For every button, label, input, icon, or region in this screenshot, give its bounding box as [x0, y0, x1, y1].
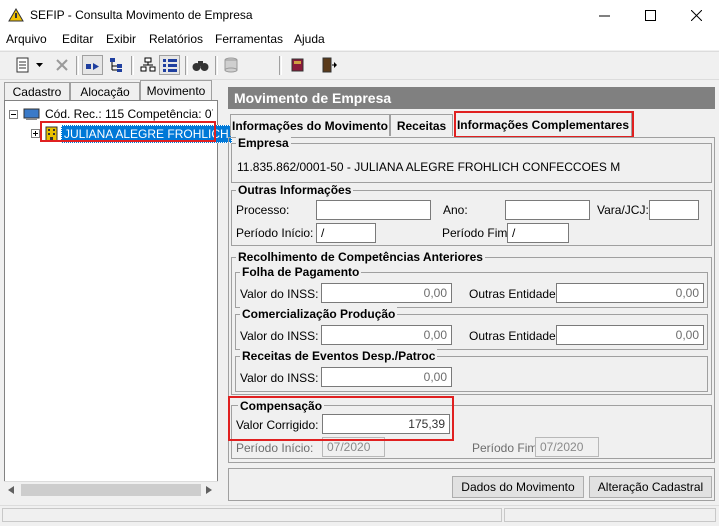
toolbar-separator — [185, 56, 188, 75]
toolbar-separator — [131, 56, 134, 75]
tree-expand-toggle[interactable] — [31, 129, 40, 138]
toolbar — [0, 51, 719, 80]
tab-alocacao[interactable]: Alocação — [70, 82, 140, 100]
compensacao-inicio-label: Período Início: — [236, 441, 314, 455]
status-panel-secondary — [504, 508, 716, 522]
maximize-button[interactable] — [627, 0, 673, 30]
tab-informacoes-movimento[interactable]: Informações do Movimento — [230, 114, 390, 136]
ano-input[interactable] — [505, 200, 590, 220]
exit-door-icon — [322, 57, 337, 73]
folha-inss-input[interactable]: 0,00 — [321, 283, 452, 303]
list-view-icon — [85, 63, 99, 70]
receitas-inss-label: Valor do INSS: — [240, 371, 319, 385]
scroll-left-icon — [8, 486, 14, 494]
binoculars-icon — [192, 61, 209, 71]
toolbar-separator — [76, 56, 79, 75]
maximize-icon — [644, 9, 656, 21]
delete-x-icon — [55, 59, 68, 71]
hierarchy-icon — [140, 57, 155, 72]
periodo-fim-label: Período Fim: — [442, 226, 511, 240]
processo-label: Processo: — [236, 203, 290, 217]
tree-view-icon — [109, 58, 122, 72]
toolbar-separator — [215, 56, 218, 75]
group-comercializacao-label: Comercialização Produção — [240, 307, 398, 321]
highlight-box-tab — [454, 111, 634, 138]
tab-movimento[interactable]: Movimento — [140, 80, 212, 101]
group-outras-label: Outras Informações — [236, 183, 354, 197]
hierarchy-button[interactable] — [137, 55, 158, 75]
title-bar: SEFIP - Consulta Movimento de Empresa — [0, 0, 719, 30]
tree-collapse-toggle[interactable] — [9, 110, 18, 119]
tab-receitas[interactable]: Receitas — [390, 114, 453, 136]
new-document-button[interactable] — [12, 55, 33, 75]
details-list-icon — [162, 59, 177, 72]
comercializacao-outras-input[interactable]: 0,00 — [556, 325, 704, 345]
vara-input[interactable] — [649, 200, 699, 220]
exit-button[interactable] — [318, 55, 339, 75]
periodo-fim-input[interactable]: / — [507, 223, 569, 243]
document-icon — [16, 57, 28, 73]
menu-ferramentas[interactable]: Ferramentas — [215, 32, 283, 46]
periodo-inicio-input[interactable]: / — [316, 223, 376, 243]
folha-outras-input[interactable]: 0,00 — [556, 283, 704, 303]
group-folha-label: Folha de Pagamento — [240, 265, 362, 279]
comercializacao-inss-input[interactable]: 0,00 — [321, 325, 452, 345]
scroll-thumb[interactable] — [21, 484, 201, 496]
alteracao-cadastral-button[interactable]: Alteração Cadastral — [589, 476, 712, 498]
folha-outras-label: Outras Entidades: — [469, 287, 566, 301]
details-button[interactable] — [159, 55, 180, 75]
book-button[interactable] — [287, 55, 308, 75]
document-dropdown-button[interactable] — [32, 55, 46, 75]
group-empresa-label: Empresa — [236, 136, 291, 150]
comercializacao-outras-label: Outras Entidades: — [469, 329, 566, 343]
view-list-button[interactable] — [82, 55, 103, 75]
comercializacao-inss-label: Valor do INSS: — [240, 329, 319, 343]
window-title: SEFIP - Consulta Movimento de Empresa — [30, 8, 253, 22]
tab-cadastro[interactable]: Cadastro — [4, 82, 70, 100]
menu-exibir[interactable]: Exibir — [106, 32, 136, 46]
computer-icon — [23, 108, 40, 120]
database-icon — [224, 57, 237, 73]
empresa-value: 11.835.862/0001-50 - JULIANA ALEGRE FROH… — [237, 160, 621, 174]
menu-editar[interactable]: Editar — [62, 32, 93, 46]
highlight-box-compensacao — [228, 396, 454, 441]
tree-root-label[interactable]: Cód. Rec.: 115 Competência: 07/2 — [45, 107, 213, 121]
status-panel-main — [2, 508, 502, 522]
group-receitas-label: Receitas de Eventos Desp./Patroc — [240, 349, 438, 363]
delete-button[interactable] — [51, 55, 72, 75]
minus-icon — [11, 114, 16, 115]
book-icon — [291, 58, 303, 72]
ano-label: Ano: — [443, 203, 468, 217]
minimize-icon — [598, 15, 610, 16]
group-recolhimento-label: Recolhimento de Competências Anteriores — [236, 250, 485, 264]
compensacao-fim-label: Período Fim: — [472, 441, 541, 455]
dropdown-arrow-icon — [35, 63, 43, 67]
sefip-app-icon — [8, 8, 24, 22]
periodo-inicio-label: Período Início: — [236, 226, 314, 240]
tree-horizontal-scrollbar[interactable] — [4, 481, 218, 499]
vara-label: Vara/JCJ: — [597, 203, 649, 217]
receitas-inss-input[interactable]: 0,00 — [321, 367, 452, 387]
menu-bar: Arquivo Editar Exibir Relatórios Ferrame… — [0, 30, 719, 50]
view-tree-button[interactable] — [105, 55, 126, 75]
processo-input[interactable] — [316, 200, 431, 220]
menu-arquivo[interactable]: Arquivo — [6, 32, 47, 46]
folha-inss-label: Valor do INSS: — [240, 287, 319, 301]
tree-view[interactable]: Cód. Rec.: 115 Competência: 07/2 JULIANA… — [4, 100, 232, 498]
database-button[interactable] — [220, 55, 241, 75]
close-icon — [690, 9, 702, 21]
close-button[interactable] — [673, 0, 719, 30]
scroll-right-icon — [206, 486, 212, 494]
highlight-box-tree — [40, 121, 216, 142]
compensacao-fim-input[interactable]: 07/2020 — [535, 437, 599, 457]
minimize-button[interactable] — [581, 0, 627, 30]
menu-ajuda[interactable]: Ajuda — [294, 32, 325, 46]
panel-title: Movimento de Empresa — [228, 87, 715, 109]
dados-movimento-button[interactable]: Dados do Movimento — [452, 476, 584, 498]
search-button[interactable] — [190, 55, 211, 75]
toolbar-separator — [279, 56, 282, 75]
menu-relatorios[interactable]: Relatórios — [149, 32, 203, 46]
